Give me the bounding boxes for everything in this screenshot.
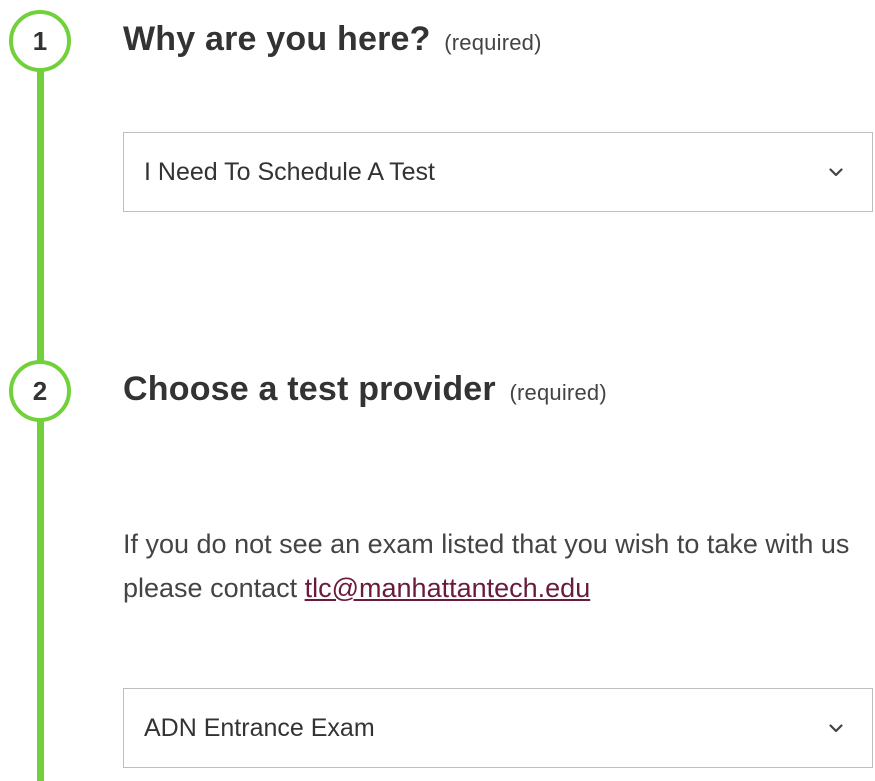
step-1-title: Why are you here? (123, 20, 431, 58)
chevron-down-icon (826, 718, 846, 738)
step-1-required-label: (required) (444, 30, 542, 55)
step-2-number: 2 (32, 375, 48, 406)
step-2-number-badge: 2 (9, 360, 71, 422)
reason-select[interactable]: I Need To Schedule A Test (123, 132, 873, 212)
contact-email-link[interactable]: tlc@manhattantech.edu (305, 573, 591, 603)
step-1-number: 1 (32, 25, 48, 56)
chevron-down-icon (826, 162, 846, 182)
step-2-title: Choose a test provider (123, 370, 496, 408)
page: 1 Why are you here? (required) I Need To… (0, 0, 875, 781)
provider-info-text: If you do not see an exam listed that yo… (123, 522, 863, 610)
test-provider-select[interactable]: ADN Entrance Exam (123, 688, 873, 768)
step-1-heading: Why are you here? (required) (123, 20, 542, 59)
test-provider-select-value: ADN Entrance Exam (144, 713, 375, 742)
step-2-required-label: (required) (509, 380, 607, 405)
reason-select-value: I Need To Schedule A Test (144, 157, 435, 186)
step-2-heading: Choose a test provider (required) (123, 370, 607, 409)
step-1-number-badge: 1 (9, 10, 71, 72)
